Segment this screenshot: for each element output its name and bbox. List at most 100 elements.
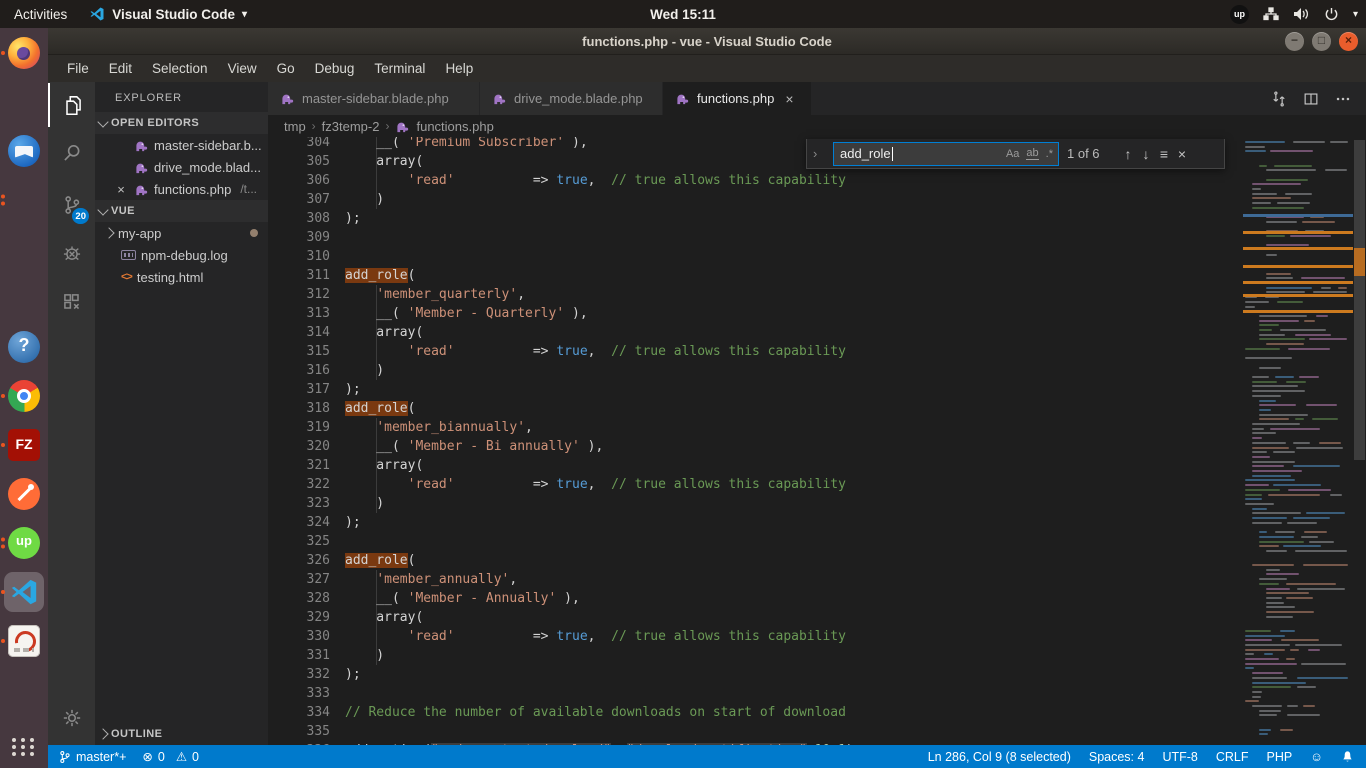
line-number: 325 xyxy=(268,532,330,551)
feedback-smiley[interactable]: ☺ xyxy=(1310,750,1323,764)
activity-explorer[interactable] xyxy=(48,83,95,127)
minimap-line xyxy=(1259,400,1276,402)
toggle-replace-button[interactable]: › xyxy=(813,146,825,161)
dock-item-thunderbird[interactable] xyxy=(0,126,48,175)
manage-gear-button[interactable] xyxy=(48,696,95,740)
activities-button[interactable]: Activities xyxy=(14,7,67,22)
compare-changes-icon[interactable] xyxy=(1270,90,1288,108)
open-editor-item[interactable]: drive_mode.blad... xyxy=(95,156,268,178)
more-actions-icon[interactable] xyxy=(1334,90,1352,108)
minimize-button[interactable]: − xyxy=(1285,32,1304,51)
editor-scrollbar[interactable] xyxy=(1353,115,1366,745)
problems-indicator[interactable]: ⊗0⚠0 xyxy=(142,749,199,764)
power-icon[interactable] xyxy=(1324,7,1339,22)
dock-item-ubuntu-software[interactable] xyxy=(0,77,48,126)
code-text: ); xyxy=(345,665,361,684)
maximize-button[interactable]: □ xyxy=(1312,32,1331,51)
chevron-down-icon[interactable]: ▾ xyxy=(1353,9,1358,20)
line-number: 310 xyxy=(268,247,330,266)
menu-terminal[interactable]: Terminal xyxy=(365,58,434,79)
minimap-line xyxy=(1266,573,1299,575)
window-title-bar[interactable]: functions.php - vue - Visual Studio Code… xyxy=(48,28,1366,55)
regex-toggle[interactable]: .* xyxy=(1046,148,1053,160)
project-section[interactable]: VUE xyxy=(95,200,268,222)
libreoffice-writer-icon xyxy=(8,282,40,314)
menu-edit[interactable]: Edit xyxy=(100,58,141,79)
dock-item-chrome[interactable] xyxy=(0,371,48,420)
activity-debug[interactable] xyxy=(48,231,95,275)
file-tree-item[interactable]: my-app xyxy=(95,222,268,244)
file-tree-item[interactable]: <>testing.html xyxy=(95,266,268,288)
dock-item-help[interactable] xyxy=(0,322,48,371)
line-number: 317 xyxy=(268,380,330,399)
minimap-line xyxy=(1252,437,1262,439)
language-mode[interactable]: PHP xyxy=(1267,750,1293,764)
dock-item-scribus[interactable] xyxy=(0,616,48,665)
find-previous-button[interactable]: ↑ xyxy=(1119,146,1137,162)
menu-help[interactable]: Help xyxy=(436,58,482,79)
running-indicator xyxy=(1,443,5,447)
close-button[interactable]: × xyxy=(1339,32,1358,51)
scrollbar-slider[interactable] xyxy=(1354,140,1365,460)
dock-item-vscode[interactable] xyxy=(0,567,48,616)
activity-search[interactable] xyxy=(48,131,95,175)
app-menu-button[interactable]: Visual Studio Code ▾ xyxy=(89,6,247,22)
clock[interactable]: Wed 15:11 xyxy=(650,7,716,22)
menu-selection[interactable]: Selection xyxy=(143,58,217,79)
close-editor-icon[interactable]: × xyxy=(113,182,129,197)
menu-go[interactable]: Go xyxy=(268,58,304,79)
find-next-button[interactable]: ↓ xyxy=(1137,146,1155,162)
menu-file[interactable]: File xyxy=(58,58,98,79)
notifications-bell[interactable] xyxy=(1341,750,1354,764)
minimap-line xyxy=(1303,564,1348,566)
open-editor-item[interactable]: ×functions.php/t... xyxy=(95,178,268,200)
dock-item-media-player[interactable] xyxy=(0,224,48,273)
network-icon[interactable] xyxy=(1263,7,1279,21)
minimap-line xyxy=(1286,583,1336,585)
breadcrumb-item[interactable]: functions.php xyxy=(416,119,493,134)
show-applications-button[interactable] xyxy=(0,732,48,762)
minimap[interactable] xyxy=(1243,137,1353,745)
whole-word-toggle[interactable]: ab xyxy=(1026,147,1038,160)
menu-debug[interactable]: Debug xyxy=(306,58,364,79)
activity-source-control[interactable]: 20 xyxy=(48,183,95,227)
outline-section[interactable]: OUTLINE xyxy=(95,723,268,745)
code-token: ), xyxy=(564,135,587,150)
menu-view[interactable]: View xyxy=(219,58,266,79)
line-number: 311 xyxy=(268,266,330,285)
indentation[interactable]: Spaces: 4 xyxy=(1089,750,1145,764)
breadcrumb-item[interactable]: tmp xyxy=(284,119,306,134)
tab-master-sidebar-blade-php[interactable]: master-sidebar.blade.php xyxy=(268,82,480,115)
volume-icon[interactable] xyxy=(1293,7,1310,21)
close-find-button[interactable]: × xyxy=(1173,146,1191,162)
tab-functions-php[interactable]: functions.php× xyxy=(663,82,812,115)
file-tree-item[interactable]: npm-debug.log xyxy=(95,244,268,266)
split-editor-icon[interactable] xyxy=(1302,90,1320,108)
upwork-tray-icon[interactable]: up xyxy=(1230,5,1249,24)
breadcrumb-item[interactable]: fz3temp-2 xyxy=(322,119,380,134)
dock-item-filezilla[interactable] xyxy=(0,420,48,469)
running-indicator xyxy=(1,194,5,205)
chevron-down-icon xyxy=(97,204,108,215)
find-in-selection-button[interactable]: ≡ xyxy=(1155,146,1173,162)
eol[interactable]: CRLF xyxy=(1216,750,1249,764)
activity-extensions[interactable] xyxy=(48,280,95,324)
find-input[interactable]: add_role Aa ab .* xyxy=(833,142,1059,166)
cursor-position[interactable]: Ln 286, Col 9 (8 selected) xyxy=(928,750,1071,764)
tab-drive-mode-blade-php[interactable]: drive_mode.blade.php xyxy=(480,82,663,115)
open-editor-item[interactable]: master-sidebar.b... xyxy=(95,134,268,156)
dock-item-postman[interactable] xyxy=(0,469,48,518)
dock-item-file-cabinet[interactable] xyxy=(0,175,48,224)
code-editor[interactable]: 304 __( 'Premium Subscriber' ),305 array… xyxy=(268,115,1366,745)
encoding[interactable]: UTF-8 xyxy=(1162,750,1197,764)
dock-item-upwork[interactable] xyxy=(0,518,48,567)
open-editors-section[interactable]: OPEN EDITORS xyxy=(95,112,268,134)
minimap-line xyxy=(1245,479,1295,481)
git-branch-indicator[interactable]: master*+ xyxy=(58,750,126,764)
dock-item-firefox[interactable] xyxy=(0,28,48,77)
code-token: 'read' xyxy=(408,477,455,492)
match-case-toggle[interactable]: Aa xyxy=(1006,148,1019,160)
close-tab-icon[interactable]: × xyxy=(785,91,793,107)
dock-item-libreoffice-writer[interactable] xyxy=(0,273,48,322)
breadcrumb[interactable]: tmp›fz3temp-2›functions.php xyxy=(268,115,1243,137)
